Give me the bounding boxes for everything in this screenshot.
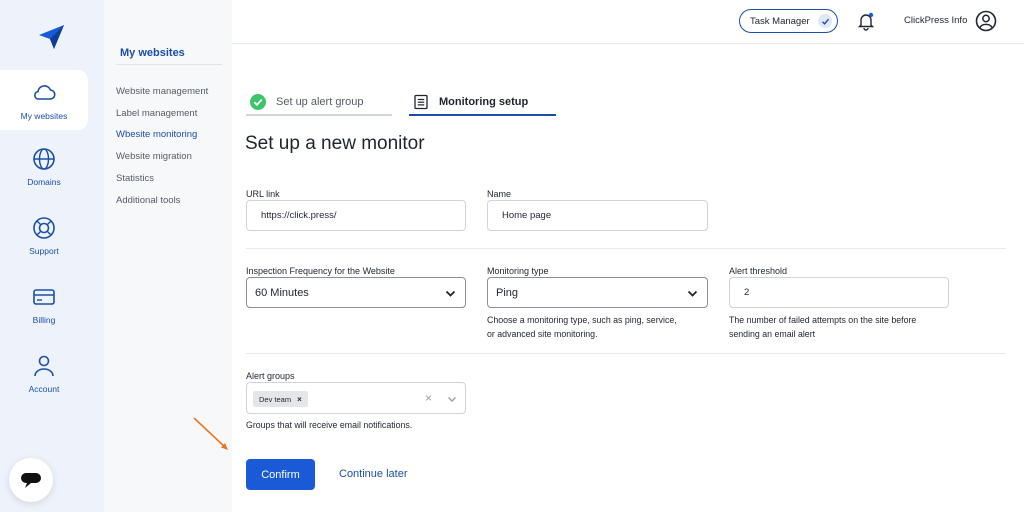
subnav-item-website-management[interactable]: Website management (116, 86, 208, 97)
name-label: Name (487, 189, 512, 199)
lifebuoy-icon (33, 216, 55, 239)
page-title: Set up a new monitor (245, 133, 425, 154)
step-label: Set up alert group (276, 96, 364, 108)
user-icon (34, 355, 54, 376)
left-rail: My websites Domains Support Billing Acco… (0, 0, 104, 512)
subnav-item-statistics[interactable]: Statistics (116, 173, 154, 184)
step-monitoring-setup[interactable]: Monitoring setup (409, 90, 556, 116)
credit-card-icon (33, 288, 55, 305)
confirm-button[interactable]: Confirm (246, 459, 315, 490)
alert-groups-label: Alert groups (246, 371, 295, 381)
alert-groups-help: Groups that will receive email notificat… (246, 420, 413, 430)
rail-item-billing[interactable]: Billing (0, 274, 88, 334)
rail-item-domains[interactable]: Domains (0, 136, 88, 196)
monitoring-type-value: Ping (496, 286, 519, 299)
url-label: URL link (246, 189, 280, 199)
rail-label-account: Account (28, 383, 60, 394)
chevron-down-icon[interactable] (447, 394, 457, 404)
rail-item-support[interactable]: Support (0, 205, 88, 265)
continue-later-link[interactable]: Continue later (339, 468, 408, 480)
alert-group-chip: Dev team × (253, 391, 308, 407)
rail-label-my-websites: My websites (20, 110, 68, 121)
rail-label-support: Support (29, 245, 59, 256)
bell-notification-icon[interactable] (857, 11, 875, 31)
help-line: Choose a monitoring type, such as ping, … (487, 315, 677, 325)
chat-bubble-icon (21, 473, 41, 488)
chip-label: Dev team (259, 394, 292, 404)
subnav-item-label-management[interactable]: Label management (116, 108, 197, 119)
step-label: Monitoring setup (439, 96, 529, 108)
section-divider (246, 248, 1006, 249)
rail-item-account[interactable]: Account (0, 343, 88, 403)
subnav-divider (116, 64, 222, 65)
chevron-down-icon (445, 290, 456, 297)
name-input[interactable]: Home page (487, 200, 708, 231)
url-input[interactable]: https://click.press/ (246, 200, 466, 231)
annotation-arrow-icon (193, 417, 228, 450)
step-set-up-alert-group[interactable]: Set up alert group (246, 90, 392, 116)
rail-label-domains: Domains (27, 176, 61, 187)
cloud-icon (34, 84, 56, 100)
frequency-value: 60 Minutes (255, 286, 309, 299)
frequency-select[interactable]: 60 Minutes (246, 277, 466, 308)
main-content: Set up alert group Monitoring setup Set … (232, 44, 1024, 512)
subnav-title: My websites (120, 47, 185, 59)
section-divider (246, 353, 1006, 354)
rail-label-billing: Billing (32, 314, 56, 325)
user-name[interactable]: ClickPress Info (904, 15, 967, 26)
help-line: or advanced site monitoring. (487, 329, 598, 339)
subnav-item-additional-tools[interactable]: Additional tools (116, 195, 180, 206)
check-icon (818, 14, 832, 28)
monitoring-type-select[interactable]: Ping (487, 277, 708, 308)
user-avatar-icon[interactable] (975, 10, 997, 32)
globe-icon (33, 147, 55, 170)
check-circle-icon (250, 94, 266, 110)
top-header: Task Manager ClickPress Info (232, 0, 1024, 44)
task-manager-button[interactable]: Task Manager (739, 9, 838, 33)
chevron-down-icon (687, 290, 698, 297)
monitoring-type-label: Monitoring type (487, 266, 549, 276)
help-line: The number of failed attempts on the sit… (729, 315, 917, 325)
paper-plane-logo-icon[interactable] (37, 24, 65, 50)
alert-threshold-label: Alert threshold (729, 266, 788, 276)
help-line: sending an email alert (729, 329, 816, 339)
frequency-label: Inspection Frequency for the Website (246, 266, 395, 276)
clear-selection-icon[interactable]: × (425, 391, 432, 405)
subnav-item-website-monitoring[interactable]: Wbesite monitoring (116, 129, 197, 140)
rail-item-my-websites[interactable]: My websites (0, 70, 88, 130)
chip-remove-icon[interactable]: × (297, 395, 302, 404)
task-manager-label: Task Manager (750, 15, 810, 27)
chat-widget-button[interactable] (9, 458, 53, 502)
document-list-icon (414, 94, 428, 110)
monitoring-type-help: Choose a monitoring type, such as ping, … (487, 313, 677, 341)
alert-groups-multiselect[interactable]: Dev team × × (246, 382, 466, 414)
subnav-item-website-migration[interactable]: Website migration (116, 151, 192, 162)
alert-threshold-help: The number of failed attempts on the sit… (729, 313, 916, 341)
alert-threshold-input[interactable]: 2 (729, 277, 949, 308)
